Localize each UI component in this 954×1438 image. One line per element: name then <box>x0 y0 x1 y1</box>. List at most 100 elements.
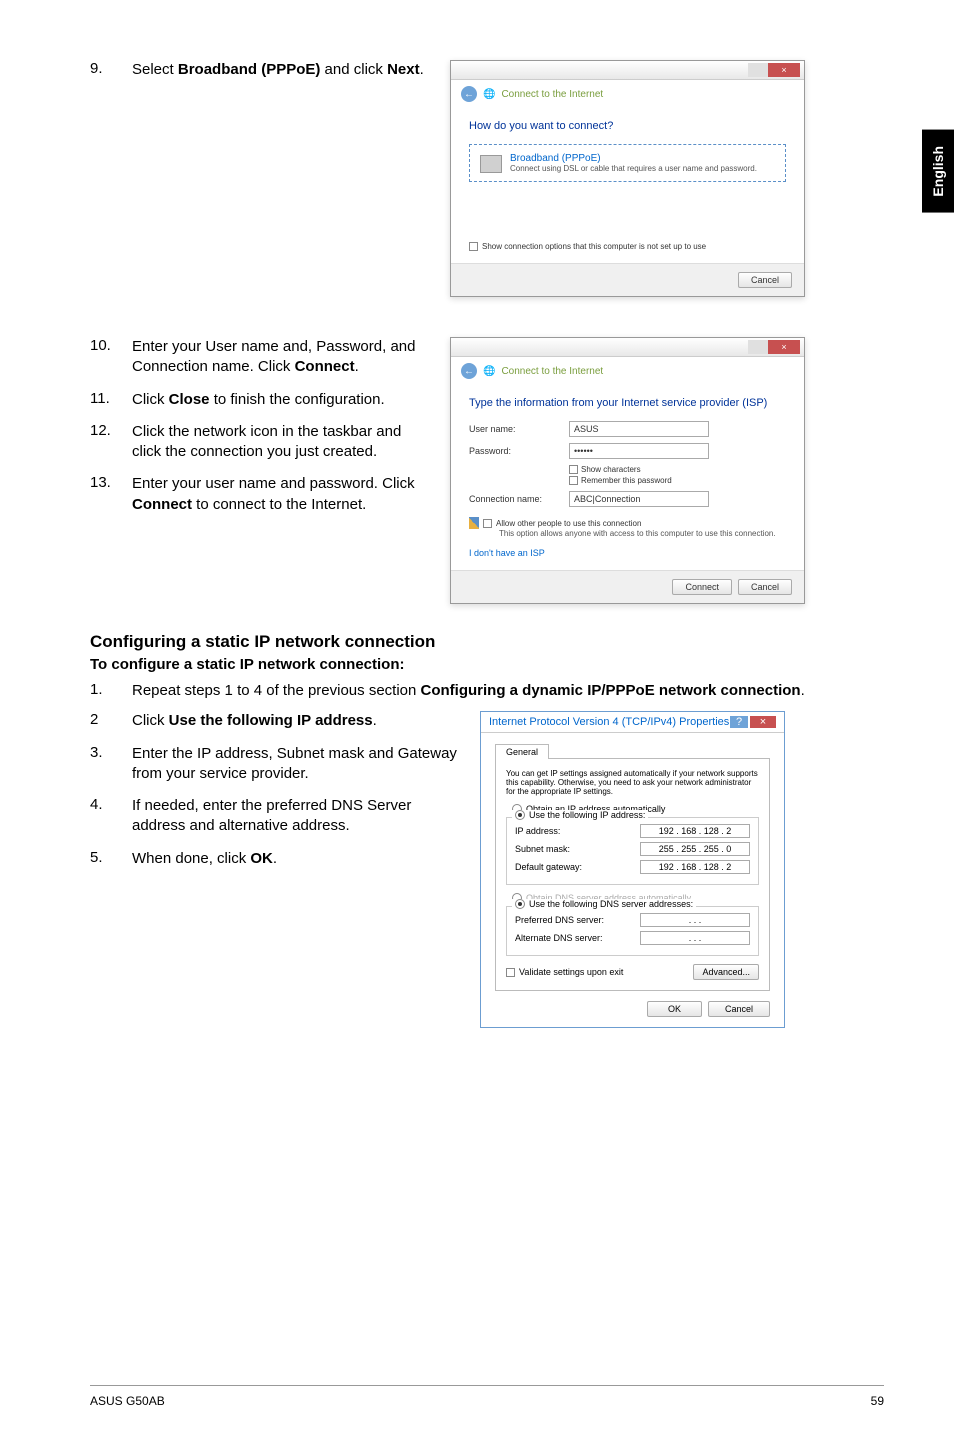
dialog-heading: How do you want to connect? <box>469 120 786 132</box>
preferred-dns-label: Preferred DNS server: <box>515 915 604 925</box>
label: Use the following IP address: <box>529 810 645 820</box>
checkbox-icon <box>569 476 578 485</box>
minimize-icon[interactable] <box>748 340 768 354</box>
breadcrumb-text: Connect to the Internet <box>501 89 603 100</box>
globe-icon: 🌐 <box>483 89 495 100</box>
connect-dialog-1: × ← 🌐 Connect to the Internet How do you… <box>450 60 805 297</box>
validate-checkbox[interactable]: Validate settings upon exit <box>506 967 623 977</box>
ipv4-properties-dialog: Internet Protocol Version 4 (TCP/IPv4) P… <box>480 711 785 1028</box>
allow-other-checkbox[interactable]: Allow other people to use this connectio… <box>469 517 786 529</box>
help-icon[interactable]: ? <box>730 716 748 728</box>
option-title: Broadband (PPPoE) <box>510 153 757 164</box>
t: . <box>420 61 424 78</box>
allow-other-desc: This option allows anyone with access to… <box>499 529 786 538</box>
cancel-button[interactable]: Cancel <box>738 272 792 288</box>
title-bar: × <box>451 61 804 80</box>
radio-icon <box>515 899 525 909</box>
connection-name-input[interactable]: ABC|Connection <box>569 491 709 507</box>
section-subheading: To configure a static IP network connect… <box>90 656 884 673</box>
dialog-breadcrumb: ← 🌐 Connect to the Internet <box>451 80 804 108</box>
username-label: User name: <box>469 424 569 434</box>
cancel-button[interactable]: Cancel <box>738 579 792 595</box>
connect-dialog-2: × ← 🌐 Connect to the Internet Type the i… <box>450 337 805 604</box>
preferred-dns-input[interactable]: . . . <box>640 913 750 927</box>
step-text: Click Use the following IP address. <box>132 711 377 731</box>
globe-icon: 🌐 <box>483 366 495 377</box>
step-number: 2 <box>90 711 132 728</box>
minimize-icon[interactable] <box>748 63 768 77</box>
step-text: Click the network icon in the taskbar an… <box>132 422 430 463</box>
close-icon[interactable]: × <box>768 340 800 354</box>
ipv4-title-bar: Internet Protocol Version 4 (TCP/IPv4) P… <box>481 712 784 733</box>
checkbox-icon <box>469 242 478 251</box>
title-bar: × <box>451 338 804 357</box>
cancel-button[interactable]: Cancel <box>708 1001 770 1017</box>
ip-address-label: IP address: <box>515 826 560 836</box>
footer-page-number: 59 <box>871 1394 884 1408</box>
step-text: Select Broadband (PPPoE) and click Next. <box>132 60 424 80</box>
step-text: If needed, enter the preferred DNS Serve… <box>132 796 460 837</box>
use-dns-radio[interactable]: Use the following DNS server addresses: <box>512 899 696 909</box>
step-number: 10. <box>90 337 132 354</box>
step-text: Enter your user name and password. Click… <box>132 474 430 515</box>
step-text: Repeat steps 1 to 4 of the previous sect… <box>132 681 805 701</box>
shield-icon <box>469 517 479 529</box>
advanced-button[interactable]: Advanced... <box>693 964 759 980</box>
password-input[interactable]: •••••• <box>569 443 709 459</box>
side-tab-english: English <box>922 130 954 213</box>
step-number: 3. <box>90 744 132 761</box>
ok-button[interactable]: OK <box>647 1001 702 1017</box>
checkbox-icon <box>506 968 515 977</box>
use-ip-radio[interactable]: Use the following IP address: <box>512 810 648 820</box>
show-options-checkbox[interactable]: Show connection options that this comput… <box>469 242 786 251</box>
step-text: When done, click OK. <box>132 849 277 869</box>
t: and click <box>320 61 387 78</box>
step-text: Enter the IP address, Subnet mask and Ga… <box>132 744 460 785</box>
monitor-icon <box>480 155 502 173</box>
back-icon[interactable]: ← <box>461 86 477 102</box>
connect-button[interactable]: Connect <box>672 579 732 595</box>
step-number: 9. <box>90 60 132 77</box>
no-isp-link[interactable]: I don't have an ISP <box>469 548 786 558</box>
password-label: Password: <box>469 446 569 456</box>
gateway-label: Default gateway: <box>515 862 582 872</box>
pppoe-option[interactable]: Broadband (PPPoE) Connect using DSL or c… <box>469 144 786 182</box>
show-options-label: Show connection options that this comput… <box>482 242 706 251</box>
t: Select <box>132 61 178 78</box>
username-input[interactable]: ASUS <box>569 421 709 437</box>
label: Remember this password <box>581 476 672 485</box>
step-number: 13. <box>90 474 132 491</box>
step-text: Enter your User name and, Password, and … <box>132 337 430 378</box>
step-number: 11. <box>90 390 132 407</box>
dialog-heading: Type the information from your Internet … <box>469 397 786 409</box>
ipv4-title-text: Internet Protocol Version 4 (TCP/IPv4) P… <box>489 716 729 728</box>
subnet-mask-label: Subnet mask: <box>515 844 570 854</box>
dialog-breadcrumb: ← 🌐 Connect to the Internet <box>451 357 804 385</box>
step-number: 4. <box>90 796 132 813</box>
t: Next <box>387 61 420 78</box>
step-text: Click Close to finish the configuration. <box>132 390 385 410</box>
connection-name-label: Connection name: <box>469 494 569 504</box>
general-tab[interactable]: General <box>495 744 549 759</box>
page-footer: ASUS G50AB 59 <box>90 1385 884 1408</box>
ip-address-input[interactable]: 192 . 168 . 128 . 2 <box>640 824 750 838</box>
option-desc: Connect using DSL or cable that requires… <box>510 164 757 173</box>
close-icon[interactable]: × <box>768 63 800 77</box>
alternate-dns-input[interactable]: . . . <box>640 931 750 945</box>
radio-icon <box>515 810 525 820</box>
footer-product: ASUS G50AB <box>90 1394 165 1408</box>
section-heading: Configuring a static IP network connecti… <box>90 632 884 652</box>
step-number: 1. <box>90 681 132 698</box>
checkbox-icon <box>483 519 492 528</box>
remember-password-checkbox[interactable]: Remember this password <box>569 476 786 485</box>
back-icon[interactable]: ← <box>461 363 477 379</box>
close-icon[interactable]: × <box>750 716 776 728</box>
subnet-mask-input[interactable]: 255 . 255 . 255 . 0 <box>640 842 750 856</box>
show-characters-checkbox[interactable]: Show characters <box>569 465 786 474</box>
t: Broadband (PPPoE) <box>178 61 321 78</box>
step-number: 5. <box>90 849 132 866</box>
gateway-input[interactable]: 192 . 168 . 128 . 2 <box>640 860 750 874</box>
label: Show characters <box>581 465 641 474</box>
step-number: 12. <box>90 422 132 439</box>
label: Use the following DNS server addresses: <box>529 899 693 909</box>
